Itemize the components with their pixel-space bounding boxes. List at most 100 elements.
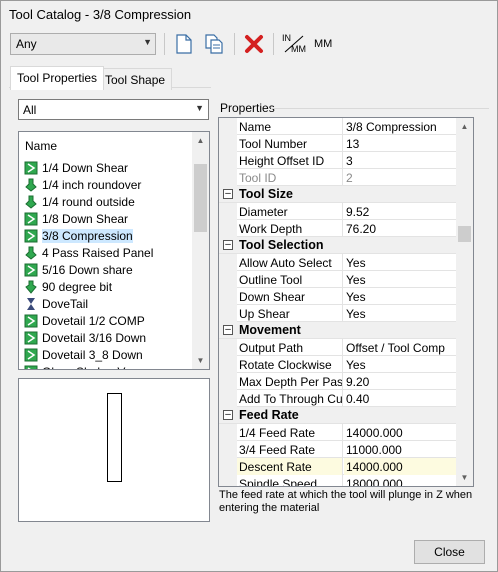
property-row[interactable]: Height Offset ID 3	[219, 152, 458, 169]
tool-list-item-label: 1/4 Down Shear	[42, 160, 129, 175]
tool-list-item[interactable]: 1/4 Down Shear	[24, 159, 128, 176]
tool-list-item-label: Dovetail 3/16 Down	[42, 330, 147, 345]
property-description: The feed rate at which the tool will plu…	[219, 489, 473, 514]
collapse-icon[interactable]: –	[223, 325, 233, 335]
property-name: Up Shear	[237, 305, 343, 322]
property-row[interactable]: Add To Through Cut 0.40	[219, 390, 458, 407]
property-row[interactable]: Up Shear Yes	[219, 305, 458, 322]
property-row[interactable]: Outline Tool Yes	[219, 271, 458, 288]
tool-list-item[interactable]: 4 Pass Raised Panel	[24, 244, 153, 261]
property-value[interactable]: 3	[344, 152, 458, 169]
units-filter-select[interactable]: Any ▼	[10, 33, 156, 55]
property-name: 1/4 Feed Rate	[237, 424, 343, 441]
scroll-up-icon[interactable]: ▲	[192, 132, 209, 149]
property-value[interactable]: 18000.000	[344, 475, 458, 486]
property-name: Output Path	[237, 339, 343, 356]
property-gutter	[219, 475, 237, 486]
collapse-icon[interactable]: –	[223, 240, 233, 250]
tab-tool-shape[interactable]: Tool Shape	[98, 68, 173, 90]
tool-list-item[interactable]: 5/16 Down share	[24, 261, 133, 278]
property-value[interactable]: 9.20	[344, 373, 458, 390]
tool-list-item[interactable]: Dovetail 3/16 Down	[24, 329, 146, 346]
property-value[interactable]: 13	[344, 135, 458, 152]
tool-list-item[interactable]: Dovetail 3_8 Down	[24, 346, 143, 363]
mm-small-label: MM	[291, 44, 306, 54]
property-category-label: Feed Rate	[239, 408, 299, 422]
tool-filter-select[interactable]: All ▼	[18, 99, 209, 120]
property-row[interactable]: Output Path Offset / Tool Comp	[219, 339, 458, 356]
property-value[interactable]: 3/8 Compression	[344, 118, 458, 135]
tool-list[interactable]: Name 1/4 Down Shear 1/4 inch roundover 1/4…	[18, 131, 210, 370]
property-row[interactable]: Diameter 9.52	[219, 203, 458, 220]
tool-list-item[interactable]: 3/8 Compression	[24, 227, 133, 244]
chevron-down-icon: ▼	[195, 103, 204, 113]
copy-tool-button[interactable]	[202, 32, 226, 56]
tool-list-item[interactable]: DoveTail	[24, 295, 88, 312]
new-tool-button[interactable]	[172, 32, 196, 56]
inch-to-mm-button[interactable]: IN MM	[281, 33, 309, 55]
tool-list-item[interactable]: 1/8 Down Shear	[24, 210, 128, 227]
property-value[interactable]: Yes	[344, 356, 458, 373]
property-value[interactable]: Offset / Tool Comp	[344, 339, 458, 356]
tool-list-item[interactable]: 1/4 round outside	[24, 193, 135, 210]
property-value[interactable]: 9.52	[344, 203, 458, 220]
property-category[interactable]: – Tool Size	[219, 186, 458, 203]
property-row[interactable]: Down Shear Yes	[219, 288, 458, 305]
property-row[interactable]: Name 3/8 Compression	[219, 118, 458, 135]
toolbar-separator	[234, 33, 235, 55]
property-row[interactable]: Work Depth 76.20	[219, 220, 458, 237]
scroll-thumb[interactable]	[458, 226, 471, 242]
dovetail-icon	[24, 297, 38, 311]
property-name: Spindle Speed	[237, 475, 343, 486]
property-grid-scrollbar[interactable]: ▲ ▼	[456, 118, 473, 486]
property-gutter	[219, 118, 237, 135]
tool-list-item[interactable]: Dovetail 1/2 COMP	[24, 312, 145, 329]
scroll-down-icon[interactable]: ▼	[456, 469, 473, 486]
property-value[interactable]: Yes	[344, 305, 458, 322]
property-name: Name	[237, 118, 343, 135]
property-row[interactable]: Max Depth Per Pass 9.20	[219, 373, 458, 390]
property-row[interactable]: Descent Rate 14000.000	[219, 458, 458, 475]
property-row[interactable]: Tool ID 2	[219, 169, 458, 186]
property-value: 2	[346, 171, 353, 185]
scroll-thumb[interactable]	[194, 164, 207, 232]
properties-group-line	[271, 108, 489, 109]
property-category[interactable]: – Movement	[219, 322, 458, 339]
property-row[interactable]: 1/4 Feed Rate 14000.000	[219, 424, 458, 441]
property-row[interactable]: 3/4 Feed Rate 11000.000	[219, 441, 458, 458]
green-cutter-icon	[24, 212, 38, 226]
property-category-label: Movement	[239, 323, 301, 337]
property-category[interactable]: – Feed Rate	[219, 407, 458, 424]
collapse-icon[interactable]: –	[223, 189, 233, 199]
property-name: 3/4 Feed Rate	[237, 441, 343, 458]
scroll-down-icon[interactable]: ▼	[192, 352, 209, 369]
tool-list-item[interactable]: Glass Shaker V groove	[24, 363, 165, 369]
property-grid[interactable]: Name 3/8 Compression Tool Number 13 Height O…	[218, 117, 474, 487]
property-row[interactable]: Tool Number 13	[219, 135, 458, 152]
tool-list-item[interactable]: 1/4 inch roundover	[24, 176, 141, 193]
collapse-icon[interactable]: –	[223, 410, 233, 420]
mm-button[interactable]: MM	[314, 38, 332, 50]
green-cutter-icon	[24, 348, 38, 362]
property-name: Tool Number	[237, 135, 343, 152]
property-name: Outline Tool	[237, 271, 343, 288]
property-row[interactable]: Allow Auto Select Yes	[219, 254, 458, 271]
scroll-up-icon[interactable]: ▲	[456, 118, 473, 135]
property-row[interactable]: Rotate Clockwise Yes	[219, 356, 458, 373]
copy-icon	[205, 34, 223, 54]
property-value[interactable]: Yes	[344, 254, 458, 271]
property-value[interactable]: 11000.000	[344, 441, 458, 458]
property-value[interactable]: Yes	[344, 288, 458, 305]
property-row[interactable]: Spindle Speed 18000.000	[219, 475, 458, 486]
delete-tool-button[interactable]	[242, 32, 266, 56]
property-value[interactable]: 14000.000	[344, 458, 458, 475]
tab-tool-properties[interactable]: Tool Properties	[10, 66, 105, 90]
property-value[interactable]: 0.40	[344, 390, 458, 407]
property-value[interactable]: 76.20	[344, 220, 458, 237]
tool-list-scrollbar[interactable]: ▲ ▼	[192, 132, 209, 369]
property-value[interactable]: 14000.000	[344, 424, 458, 441]
close-button[interactable]: Close	[414, 540, 485, 564]
property-category[interactable]: – Tool Selection	[219, 237, 458, 254]
tool-list-item[interactable]: 90 degree bit	[24, 278, 112, 295]
property-value[interactable]: Yes	[344, 271, 458, 288]
